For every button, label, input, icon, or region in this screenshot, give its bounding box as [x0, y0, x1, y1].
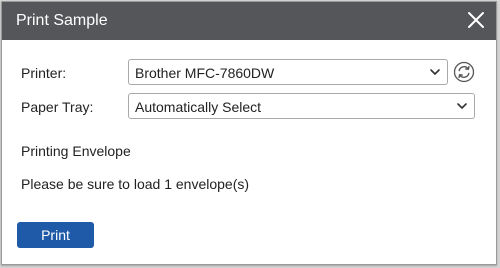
- paper-tray-selected-value: Automatically Select: [135, 99, 262, 115]
- chevron-down-icon: [430, 69, 440, 75]
- printer-selected-value: Brother MFC-7860DW: [135, 65, 275, 81]
- close-icon: [468, 12, 484, 28]
- close-button[interactable]: [464, 8, 488, 32]
- paper-tray-select[interactable]: Automatically Select: [128, 93, 475, 119]
- refresh-icon: [453, 61, 475, 83]
- dialog-titlebar: Print Sample: [2, 2, 496, 40]
- paper-tray-label: Paper Tray:: [21, 99, 94, 115]
- load-envelope-message: Please be sure to load 1 envelope(s): [21, 176, 250, 192]
- print-sample-dialog: Print Sample Printer: Brother MFC-7860DW…: [1, 1, 497, 265]
- chevron-down-icon: [457, 103, 467, 109]
- print-button[interactable]: Print: [17, 222, 94, 248]
- printing-envelope-heading: Printing Envelope: [21, 143, 131, 159]
- printer-select[interactable]: Brother MFC-7860DW: [128, 59, 448, 85]
- refresh-printers-button[interactable]: [453, 61, 475, 83]
- printer-label: Printer:: [21, 65, 67, 81]
- dialog-title: Print Sample: [16, 12, 108, 29]
